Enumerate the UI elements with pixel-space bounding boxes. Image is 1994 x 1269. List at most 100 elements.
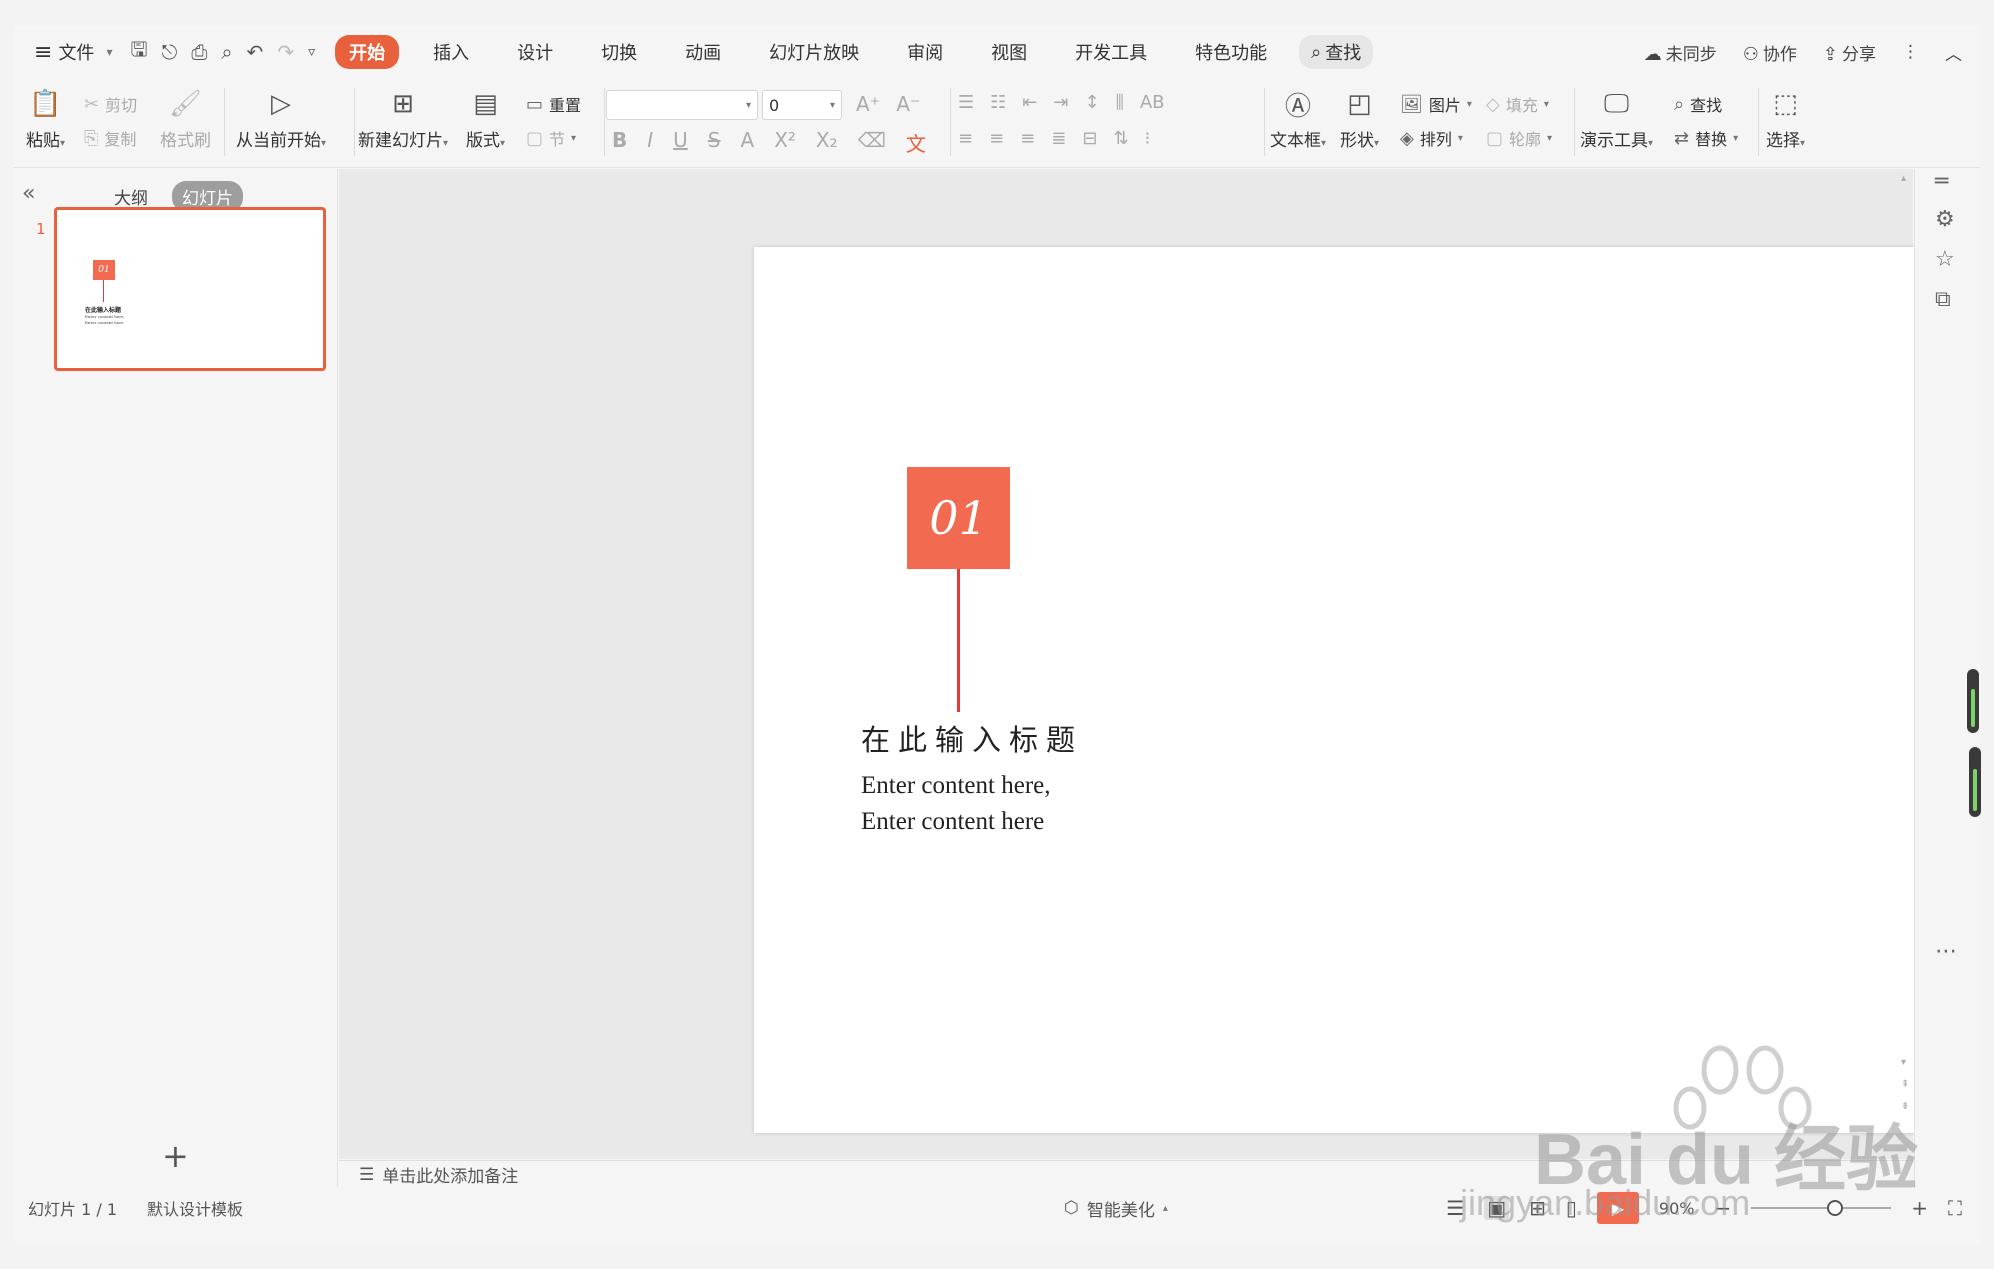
tab-developer[interactable]: 开发工具: [1061, 35, 1161, 69]
number-badge[interactable]: 01: [907, 467, 1010, 569]
tab-design[interactable]: 设计: [503, 35, 567, 69]
reset-button[interactable]: ▭ 重置: [526, 92, 581, 116]
add-slide-icon[interactable]: +: [162, 1137, 189, 1175]
adjust-properties-icon[interactable]: ⚙: [1935, 207, 1955, 232]
align-right-icon[interactable]: ≡: [1020, 128, 1035, 149]
side-handle[interactable]: [1969, 747, 1981, 817]
superscript-icon[interactable]: X²: [774, 128, 796, 157]
replace-button[interactable]: ⇄ 替换 ▾: [1674, 126, 1738, 150]
drag-handle-icon[interactable]: ═: [1935, 169, 1948, 194]
find-button[interactable]: ⌕ 查找: [1674, 92, 1722, 116]
layout-button[interactable]: ▤ 版式▾: [466, 88, 505, 151]
fit-window-icon[interactable]: ⛶: [1948, 1196, 1962, 1220]
search-command[interactable]: ⌕ 查找: [1299, 35, 1374, 69]
collapse-ribbon-icon[interactable]: ︿: [1945, 40, 1962, 65]
fill-button[interactable]: ◇ 填充 ▾: [1486, 92, 1549, 116]
reading-view-icon[interactable]: ▯: [1566, 1196, 1577, 1220]
slide-title[interactable]: 在此输入标题: [861, 717, 1083, 759]
bullet-list-icon[interactable]: ☰: [958, 92, 974, 113]
tab-special-features[interactable]: 特色功能: [1181, 35, 1281, 69]
share-button[interactable]: ⇪ 分享: [1823, 40, 1876, 65]
previous-slide-icon[interactable]: ⇞: [1901, 1079, 1909, 1090]
zoom-slider[interactable]: [1751, 1200, 1892, 1216]
text-columns-icon[interactable]: ⫼: [1116, 92, 1124, 113]
print-preview-icon[interactable]: ⌕: [221, 40, 232, 64]
scroll-up-icon[interactable]: ▴: [1901, 173, 1906, 184]
animation-panel-icon[interactable]: ⧉: [1935, 287, 1951, 312]
select-button[interactable]: ⬚ 选择▾: [1766, 88, 1805, 151]
text-box-button[interactable]: Ⓐ 文本框▾: [1270, 88, 1326, 152]
more-tools-icon[interactable]: ⋯: [1935, 939, 1957, 964]
font-size-select[interactable]: 0 ▾: [762, 90, 842, 120]
cut-button[interactable]: ✂ 剪切: [84, 92, 137, 116]
zoom-level[interactable]: 90%: [1659, 1199, 1695, 1218]
smart-beautify-button[interactable]: ⬡ 智能美化 ▴: [1064, 1196, 1168, 1221]
tab-view[interactable]: 视图: [977, 35, 1041, 69]
format-painter-button[interactable]: 🖌 格式刷: [160, 88, 211, 151]
bold-icon[interactable]: B: [612, 128, 627, 157]
subscript-icon[interactable]: X₂: [816, 128, 838, 157]
presentation-tools-button[interactable]: 🖵 演示工具▾: [1580, 88, 1653, 152]
next-slide-icon[interactable]: ⇟: [1901, 1101, 1909, 1112]
list-spacing-icon[interactable]: ⁝: [1145, 128, 1151, 149]
side-handle[interactable]: [1967, 669, 1979, 733]
decrease-indent-icon[interactable]: ⇤: [1022, 92, 1037, 113]
scroll-down-icon[interactable]: ▾: [1901, 1057, 1906, 1068]
template-name[interactable]: 默认设计模板: [147, 1196, 243, 1220]
normal-view-icon[interactable]: ▣: [1484, 1196, 1510, 1220]
more-options-icon[interactable]: ⋮: [1902, 42, 1919, 62]
arrange-button[interactable]: ◈ 排列 ▾: [1400, 126, 1463, 150]
section-button[interactable]: ▢ 节 ▾: [526, 126, 576, 150]
slide-body-text[interactable]: Enter content here, Enter content here: [861, 768, 1051, 840]
strikethrough-icon[interactable]: S: [708, 128, 721, 157]
justify-icon[interactable]: ≣: [1051, 128, 1066, 149]
distribute-icon[interactable]: ⊟: [1082, 128, 1097, 149]
numbered-list-icon[interactable]: ☷: [990, 92, 1006, 113]
zoom-out-icon[interactable]: −: [1714, 1196, 1731, 1220]
vertical-scrollbar[interactable]: ▴ ▾ ⇞ ⇟: [1899, 169, 1913, 1159]
star-icon[interactable]: ☆: [1935, 247, 1955, 272]
increase-indent-icon[interactable]: ⇥: [1053, 92, 1068, 113]
zoom-in-icon[interactable]: +: [1911, 1196, 1928, 1220]
slide-thumbnail[interactable]: 01 在此输入标题 Enter content here, Enter cont…: [54, 207, 326, 371]
connector-line[interactable]: [957, 569, 960, 712]
undo-icon[interactable]: ↶: [247, 40, 264, 64]
outline-button[interactable]: ▢ 轮廓 ▾: [1486, 126, 1552, 150]
tab-slideshow[interactable]: 幻灯片放映: [755, 35, 873, 69]
save-icon[interactable]: 🖫: [130, 35, 147, 69]
text-direction-icon[interactable]: AB: [1140, 92, 1165, 113]
zoom-slider-knob[interactable]: [1827, 1200, 1844, 1216]
italic-icon[interactable]: I: [647, 128, 653, 157]
print-icon[interactable]: ⎙: [191, 40, 207, 64]
customize-quick-access-icon[interactable]: ▿: [308, 44, 315, 60]
collaborate-button[interactable]: ⚇ 协作: [1743, 40, 1797, 65]
font-color-icon[interactable]: A: [741, 128, 755, 157]
share-link-icon[interactable]: ⎋: [162, 40, 178, 64]
tab-review[interactable]: 审阅: [893, 35, 957, 69]
clear-format-icon[interactable]: ⌫: [858, 128, 886, 157]
shape-button[interactable]: ◰ 形状▾: [1340, 88, 1379, 151]
tab-insert[interactable]: 插入: [419, 35, 483, 69]
font-family-select[interactable]: ▾: [606, 90, 758, 120]
paste-button[interactable]: 📋 粘贴▾: [26, 88, 65, 151]
underline-icon[interactable]: U: [673, 128, 688, 157]
increase-font-icon[interactable]: A⁺: [856, 92, 880, 116]
picture-button[interactable]: 🖼 图片 ▾: [1400, 92, 1472, 116]
copy-button[interactable]: ⎘ 复制: [84, 126, 136, 150]
collapse-panel-icon[interactable]: «: [22, 181, 35, 206]
slide[interactable]: 01 在此输入标题 Enter content here, Enter cont…: [754, 247, 1934, 1133]
tab-animations[interactable]: 动画: [671, 35, 735, 69]
tab-home[interactable]: 开始: [335, 35, 400, 69]
line-spacing-icon[interactable]: ↕: [1084, 92, 1099, 113]
file-menu[interactable]: ≡ 文件 ▾: [34, 39, 112, 65]
align-center-icon[interactable]: ≡: [989, 128, 1004, 149]
new-slide-button[interactable]: ⊞ 新建幻灯片▾: [358, 88, 448, 151]
slideshow-play-button[interactable]: ▶: [1596, 1192, 1639, 1224]
sync-status-button[interactable]: ☁ 未同步: [1644, 40, 1717, 65]
play-from-current-button[interactable]: ▷ 从当前开始▾: [236, 88, 326, 151]
align-left-icon[interactable]: ≡: [958, 128, 973, 149]
notes-bar[interactable]: ☰ 单击此处添加备注: [339, 1160, 1913, 1188]
decrease-font-icon[interactable]: A⁻: [896, 92, 920, 116]
paragraph-spacing-icon[interactable]: ⇅: [1113, 128, 1128, 149]
slide-sorter-icon[interactable]: ⊞: [1529, 1196, 1546, 1220]
